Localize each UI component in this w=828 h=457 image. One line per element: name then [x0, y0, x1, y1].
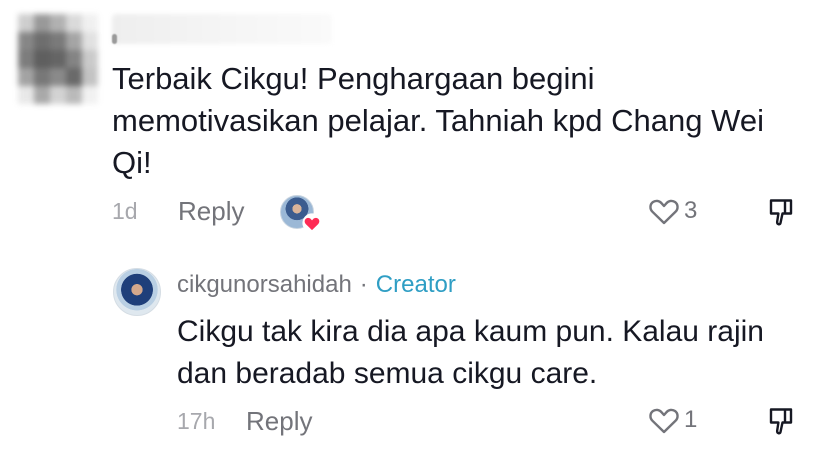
comment-time: 17h: [177, 408, 215, 435]
separator-dot: ·: [359, 271, 368, 298]
creator-liked-indicator: [280, 195, 322, 233]
like-count: 3: [684, 197, 698, 224]
like-button[interactable]: 1: [648, 405, 697, 435]
commenter-avatar-blurred[interactable]: [18, 14, 98, 104]
dislike-button[interactable]: [766, 197, 796, 227]
heart-outline-icon: [649, 408, 679, 434]
username-blur-fragment: [112, 34, 117, 44]
comment-time: 1d: [112, 198, 138, 225]
creator-avatar[interactable]: [113, 268, 161, 316]
dislike-button[interactable]: [766, 406, 796, 436]
creator-username[interactable]: cikgunorsahidah: [177, 271, 352, 299]
dislike-icon: [769, 199, 793, 226]
comment-author-line: cikgunorsahidah · Creator: [177, 271, 456, 299]
reply-button[interactable]: Reply: [246, 406, 312, 437]
dislike-icon: [769, 408, 793, 435]
comment-timestamp: 17h: [177, 408, 216, 434]
comment-timestamp: 1d: [112, 198, 138, 224]
like-button[interactable]: 3: [648, 196, 697, 226]
reply-button[interactable]: Reply: [178, 196, 244, 227]
creator-badge: Creator: [375, 271, 456, 298]
commenter-username-blurred[interactable]: [112, 14, 332, 44]
like-count: 1: [684, 406, 698, 433]
comment-text: Terbaik Cikgu! Penghargaan begini memoti…: [112, 61, 764, 180]
comment-text: Cikgu tak kira dia apa kaum pun. Kalau r…: [177, 315, 764, 390]
heart-outline-icon: [649, 199, 679, 225]
heart-filled-icon: [302, 213, 322, 233]
reply-label: Reply: [246, 406, 313, 436]
reply-label: Reply: [178, 196, 245, 226]
